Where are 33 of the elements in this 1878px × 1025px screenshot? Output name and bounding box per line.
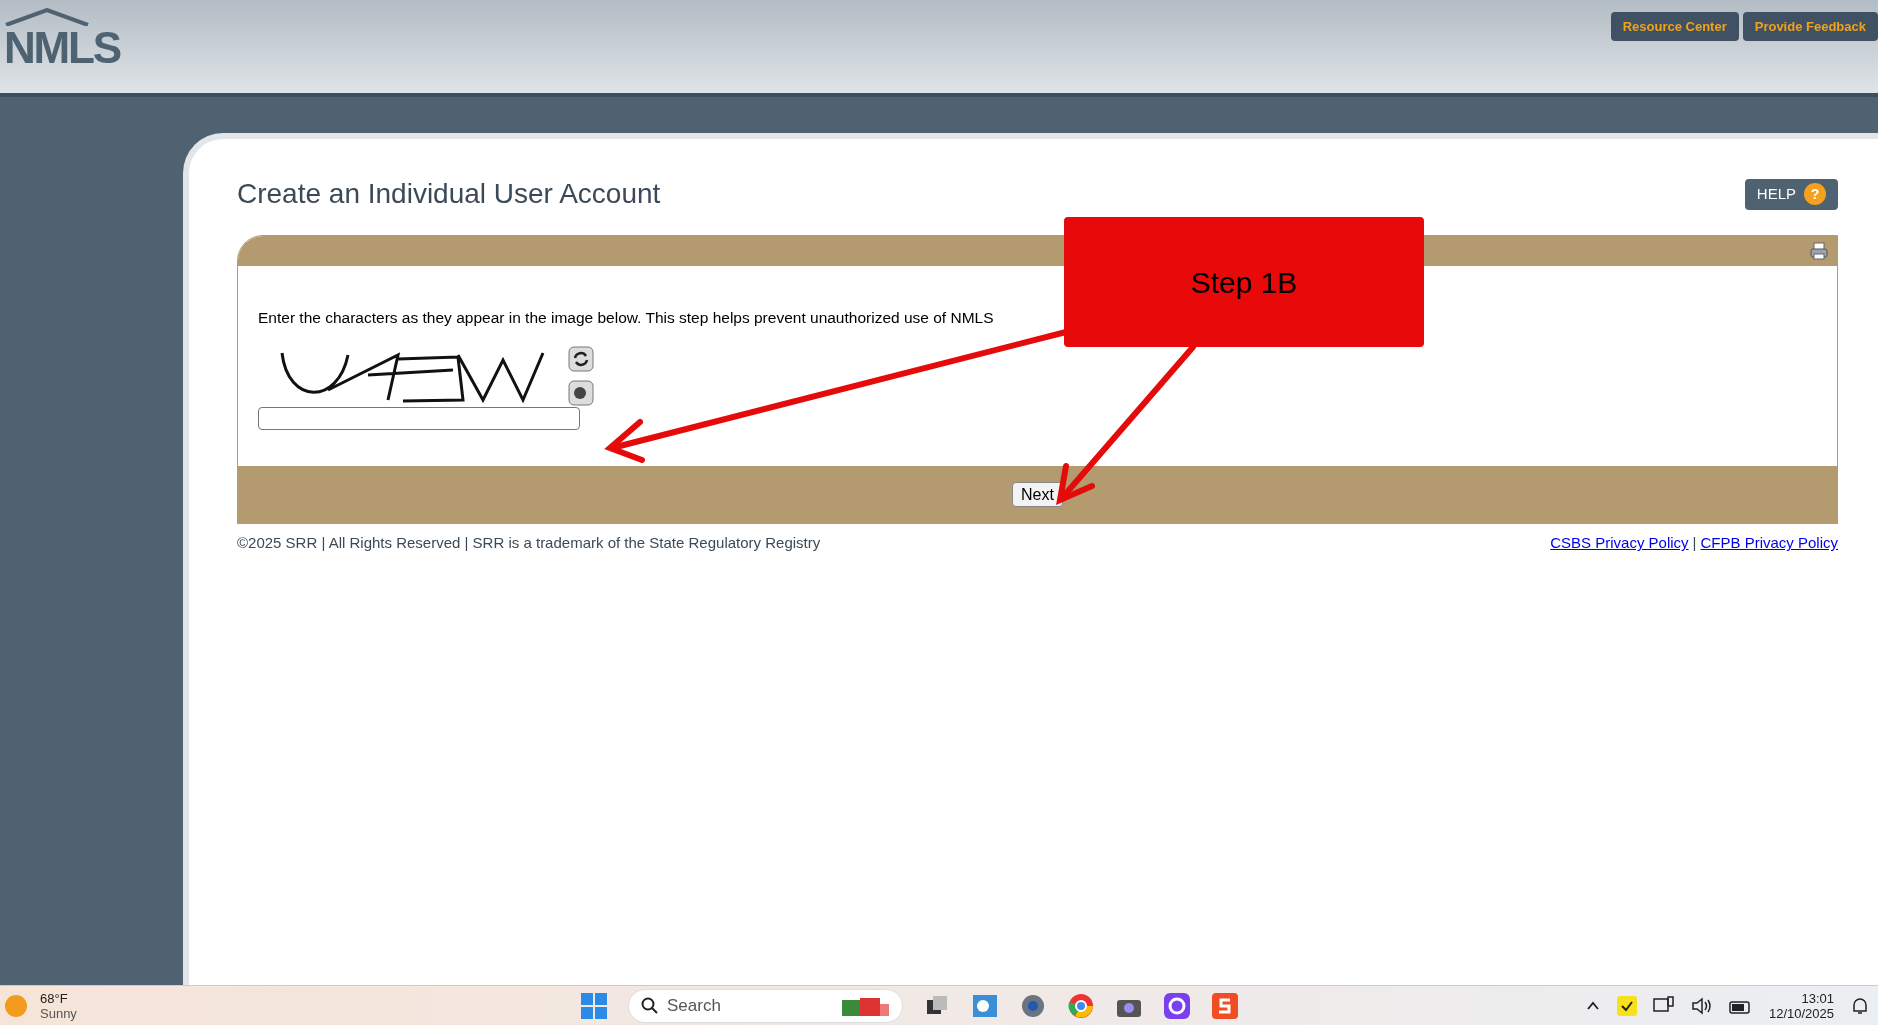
s-app-icon[interactable]	[1211, 991, 1239, 1020]
weather-condition: Sunny	[40, 1005, 77, 1021]
captcha-input-field[interactable]	[258, 407, 580, 431]
notification-bell-icon[interactable]	[1850, 995, 1870, 1016]
clock-date[interactable]: 12/10/2025	[1768, 1005, 1834, 1021]
house-roof-icon	[4, 8, 90, 26]
clock-time[interactable]: 13:01	[1801, 990, 1834, 1006]
logo-text: NMLS	[4, 26, 120, 70]
step-label: Step 1B	[1190, 264, 1298, 301]
windows-start-icon[interactable]	[580, 991, 608, 1020]
search-placeholder: Search	[667, 994, 722, 1017]
logo[interactable]: NMLS	[0, 0, 120, 70]
privacy-link[interactable]: CFPB Privacy Policy	[1700, 532, 1838, 555]
next-button[interactable]: Next	[1012, 482, 1063, 508]
help-button[interactable]: HELP ?	[1744, 178, 1838, 210]
volume-icon[interactable]	[1690, 995, 1713, 1016]
printer-icon[interactable]	[1809, 241, 1829, 261]
check-badge-icon[interactable]	[1616, 995, 1637, 1016]
browser-icon[interactable]	[1067, 991, 1095, 1020]
privacy-link[interactable]: CSBS Privacy Policy	[1550, 532, 1689, 555]
taskbar-search-field[interactable]: Search	[628, 988, 903, 1023]
header-button[interactable]: Provide Feedback	[1742, 12, 1878, 41]
weather-temperature: 68°F	[40, 990, 69, 1006]
refresh-icon[interactable]	[568, 346, 594, 373]
page-title: Create an Individual User Account	[237, 177, 661, 211]
copyright-text: ©2025 SRR | All Rights Reserved | SRR is a trademark of the State Regulatory Registry	[237, 533, 821, 554]
instruction-text: Enter the characters as they appear in the image below. This step helps prevent unauthorized use of NMLS	[258, 308, 995, 328]
search-icon	[641, 996, 659, 1015]
circle-app-icon[interactable]	[1163, 991, 1191, 1020]
header-button[interactable]: Resource Center	[1610, 12, 1739, 41]
sun-icon	[4, 993, 28, 1018]
link-separator: |	[1692, 533, 1697, 554]
help-icon: ?	[1804, 183, 1826, 205]
